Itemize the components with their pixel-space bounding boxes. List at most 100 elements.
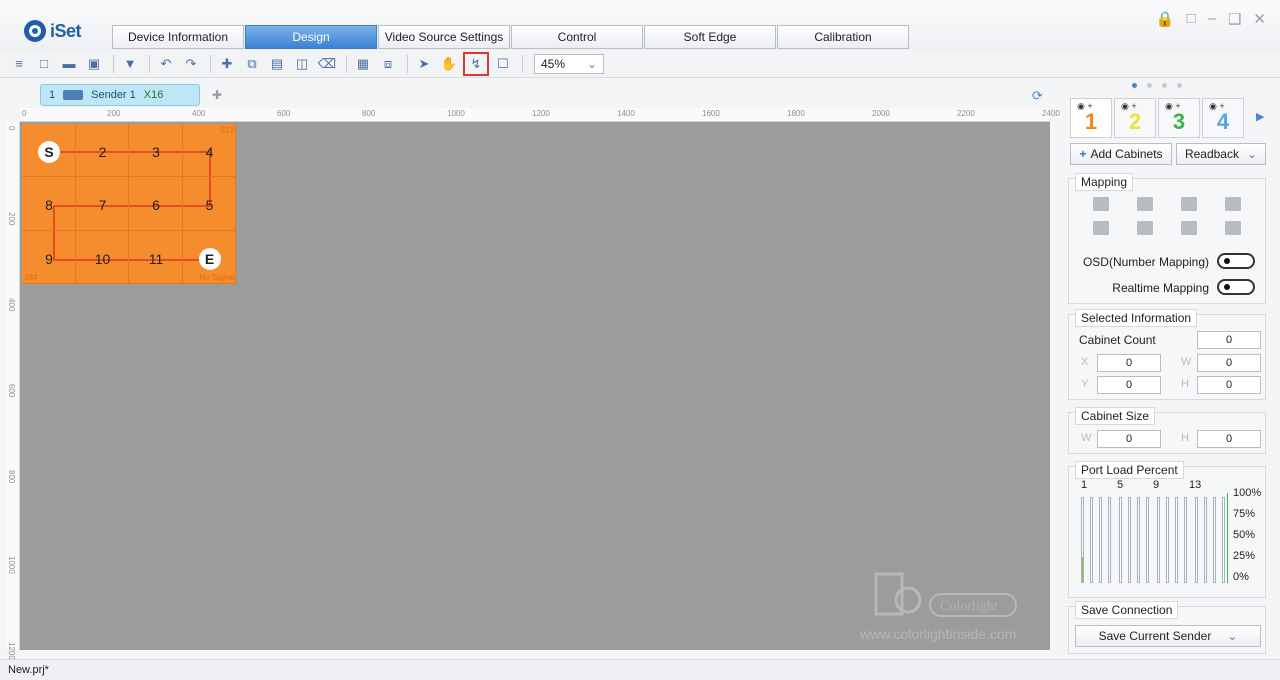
vertical-ruler: 0 200 400 600 800 1000 1200 — [6, 122, 20, 660]
page-dot[interactable] — [1177, 83, 1182, 88]
led-wall[interactable]: S 2 3 4 8 7 6 5 9 10 11 E 512 384 No Signal — [22, 124, 236, 284]
map-direction-icon[interactable] — [1181, 221, 1197, 235]
panel-tab-3[interactable]: ◉ +3 — [1158, 98, 1200, 138]
cabinet-number: 6 — [152, 197, 160, 214]
grid-icon[interactable]: ▦ — [352, 53, 374, 75]
page-dot[interactable] — [1132, 83, 1137, 88]
sender-tab[interactable]: 1 Sender 1 X16 — [40, 84, 200, 106]
cabinet-width-field[interactable]: 0 — [1097, 430, 1161, 448]
delete-icon[interactable]: ◫ — [291, 53, 313, 75]
panel-tab-label: 3 — [1172, 109, 1186, 134]
tab-control[interactable]: Control — [511, 25, 643, 49]
port-load-title: Port Load Percent — [1075, 461, 1184, 479]
cabinet-w-label: W — [1081, 432, 1092, 444]
pointer-icon[interactable]: ➤ — [413, 53, 435, 75]
select-touch-icon[interactable]: ☐ — [492, 53, 514, 75]
realtime-mapping-toggle[interactable] — [1217, 279, 1255, 295]
undo-icon[interactable]: ↶ — [155, 53, 177, 75]
restore-icon[interactable]: □ — [1187, 10, 1196, 28]
minimize-icon[interactable]: – — [1208, 10, 1216, 28]
port-number-label: 13 — [1189, 479, 1202, 491]
menu-icon[interactable]: ≡ — [8, 53, 30, 75]
add-cabinets-button[interactable]: + Add Cabinets — [1070, 143, 1172, 165]
new-file-icon[interactable]: □ — [33, 53, 55, 75]
port-load-bar — [1108, 497, 1111, 583]
x-field: 0 — [1097, 354, 1161, 372]
eye-icon[interactable]: ◉ + — [1121, 101, 1137, 112]
port-load-bar — [1222, 497, 1225, 583]
connection-line-icon[interactable]: ↯ — [463, 51, 489, 76]
page-dot[interactable] — [1147, 83, 1152, 88]
cabinet-number: 10 — [94, 250, 111, 267]
port-load-bar — [1119, 497, 1122, 583]
load-scale-axis — [1227, 493, 1228, 583]
layers-icon[interactable]: ⧈ — [377, 53, 399, 75]
ruler-tick-label: 1400 — [617, 109, 635, 118]
zoom-select[interactable]: 45% ⌄ — [534, 53, 604, 74]
eye-icon[interactable]: ◉ + — [1165, 101, 1181, 112]
w-field: 0 — [1197, 354, 1261, 372]
map-direction-icon[interactable] — [1225, 197, 1241, 211]
watermark-logo: Colorlight — [870, 568, 1020, 627]
cabinet-number: 8 — [45, 197, 53, 214]
ruler-tick-label: 800 — [7, 470, 16, 484]
tab-device-information[interactable]: Device Information — [112, 25, 244, 49]
port-number-label: 5 — [1117, 479, 1124, 491]
lock-icon[interactable]: 🔒 — [1156, 10, 1175, 28]
close-icon[interactable]: ✕ — [1253, 10, 1266, 28]
maximize-icon[interactable]: ❑ — [1228, 10, 1241, 28]
port-load-bar — [1128, 497, 1131, 583]
add-icon[interactable]: ✚ — [216, 53, 238, 75]
cabinet-size-group: Cabinet Size W 0 H 0 — [1068, 407, 1266, 454]
refresh-icon[interactable]: ⟳ — [1032, 88, 1043, 104]
panel-tab-4[interactable]: ◉ +4 — [1202, 98, 1244, 138]
project-file-name: New.prj* — [8, 664, 49, 676]
map-direction-icon[interactable] — [1181, 197, 1197, 211]
copy-icon[interactable]: ⧉ — [241, 53, 263, 75]
eye-icon[interactable]: ◉ + — [1209, 101, 1225, 112]
readback-button[interactable]: Readback ⌄ — [1176, 143, 1266, 165]
map-direction-icon[interactable] — [1093, 221, 1109, 235]
port-load-bar — [1195, 497, 1198, 583]
tab-design[interactable]: Design — [245, 25, 377, 49]
page-dot[interactable] — [1162, 83, 1167, 88]
port-number-label: 1 — [1081, 479, 1088, 491]
window-controls: 🔒 □ – ❑ ✕ — [1156, 10, 1266, 28]
screen-icon[interactable]: ▼ — [119, 53, 141, 75]
port-load-bar — [1213, 497, 1216, 583]
sender-label: Sender 1 — [91, 89, 136, 101]
next-tab-icon[interactable]: ▶ — [1256, 110, 1264, 123]
ruler-tick-label: 0 — [7, 126, 16, 131]
map-direction-icon[interactable] — [1137, 197, 1153, 211]
panel-page-dots — [1132, 83, 1182, 88]
save-connection-title: Save Connection — [1075, 601, 1179, 619]
status-bar: New.prj* — [0, 659, 1280, 680]
paste-icon[interactable]: ▤ — [266, 53, 288, 75]
app-logo: iSet — [24, 20, 82, 42]
map-direction-icon[interactable] — [1137, 221, 1153, 235]
panel-tab-label: 1 — [1084, 109, 1098, 134]
open-folder-icon[interactable]: ▬ — [58, 53, 80, 75]
panel-tab-1[interactable]: ◉ +1 — [1070, 98, 1112, 138]
port-load-bar — [1146, 497, 1149, 583]
panel-tab-label: 2 — [1128, 109, 1142, 134]
clear-icon[interactable]: ⌫ — [316, 53, 338, 75]
save-current-sender-button[interactable]: Save Current Sender ⌄ — [1075, 625, 1261, 647]
ruler-tick-label: 800 — [362, 109, 376, 118]
cabinet-number: 5 — [205, 197, 214, 214]
cabinet-height-field[interactable]: 0 — [1197, 430, 1261, 448]
eye-icon[interactable]: ◉ + — [1077, 101, 1093, 112]
redo-icon[interactable]: ↷ — [180, 53, 202, 75]
osd-mapping-toggle[interactable] — [1217, 253, 1255, 269]
map-direction-icon[interactable] — [1093, 197, 1109, 211]
panel-tab-2[interactable]: ◉ +2 — [1114, 98, 1156, 138]
save-icon[interactable]: ▣ — [83, 53, 105, 75]
tab-soft-edge[interactable]: Soft Edge — [644, 25, 776, 49]
tab-video-source-settings[interactable]: Video Source Settings — [378, 25, 510, 49]
map-direction-icon[interactable] — [1225, 221, 1241, 235]
app-window: iSet Device Information Design Video Sou… — [0, 0, 1280, 680]
tab-calibration[interactable]: Calibration — [777, 25, 909, 49]
pan-hand-icon[interactable]: ✋ — [438, 53, 460, 75]
port-number-label: 9 — [1153, 479, 1160, 491]
add-sender-icon[interactable]: ✚ — [212, 89, 224, 101]
